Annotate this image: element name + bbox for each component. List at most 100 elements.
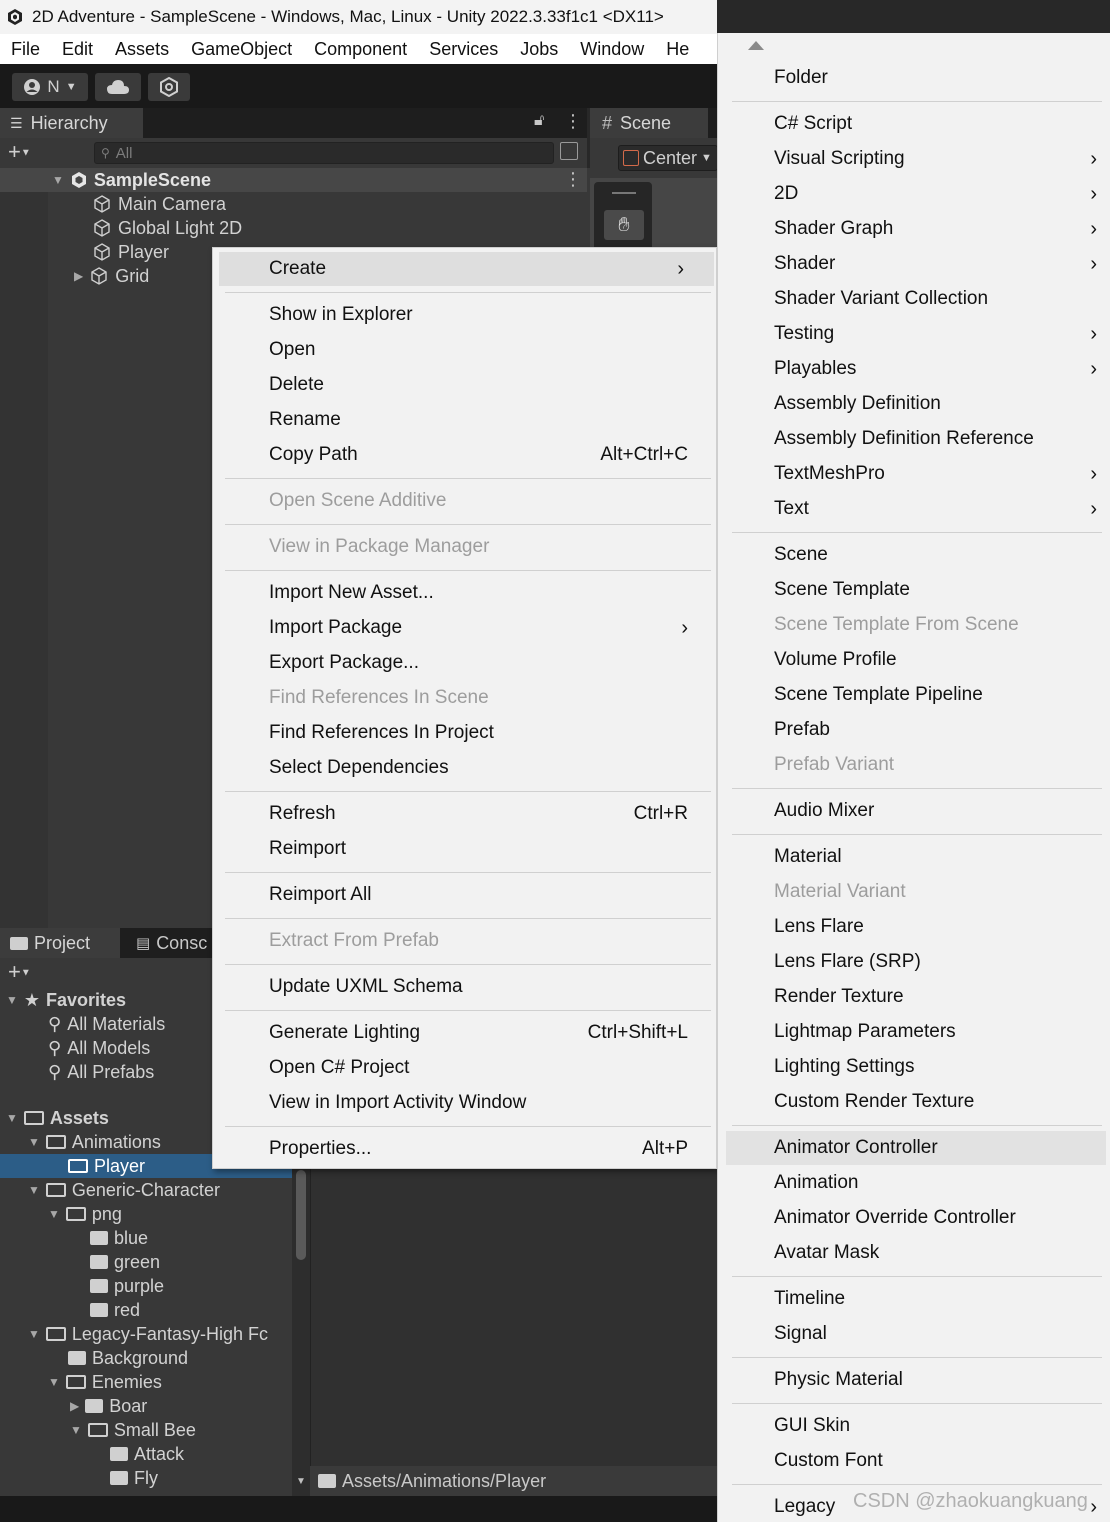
collapsed-triangle-icon[interactable]: ▶	[70, 1399, 79, 1413]
menu-item-find-references-in-project[interactable]: Find References In Project	[213, 716, 718, 750]
cloud-button[interactable]	[95, 73, 141, 101]
menu-item-select-dependencies[interactable]: Select Dependencies	[213, 751, 718, 785]
menu-edit[interactable]: Edit	[51, 39, 104, 60]
submenu-item-lightmap-parameters[interactable]: Lightmap Parameters	[718, 1015, 1110, 1049]
submenu-item-volume-profile[interactable]: Volume Profile	[718, 643, 1110, 677]
folder-item[interactable]: Attack	[110, 1442, 184, 1466]
menu-item-reimport[interactable]: Reimport	[213, 832, 718, 866]
menu-item-reimport-all[interactable]: Reimport All	[213, 878, 718, 912]
submenu-item-shader-graph[interactable]: Shader Graph ›	[718, 212, 1110, 246]
tab-hierarchy[interactable]: ☰ Hierarchy	[0, 108, 143, 138]
folder-item[interactable]: blue	[90, 1226, 148, 1250]
submenu-item-lens-flare-srp[interactable]: Lens Flare (SRP)	[718, 945, 1110, 979]
folder-item[interactable]: Background	[68, 1346, 188, 1370]
project-tree-scrollbar[interactable]: ▼	[292, 1166, 310, 1496]
submenu-item-render-texture[interactable]: Render Texture	[718, 980, 1110, 1014]
scroll-down-icon[interactable]: ▼	[296, 1476, 306, 1487]
favorite-item[interactable]: ⚲ All Materials	[48, 1012, 165, 1036]
hierarchy-search-input[interactable]: ⚲ All	[94, 142, 554, 164]
submenu-item-signal[interactable]: Signal	[718, 1317, 1110, 1351]
expand-triangle-icon[interactable]: ▼	[28, 1183, 40, 1197]
submenu-item-gui-skin[interactable]: GUI Skin	[718, 1409, 1110, 1443]
tab-console[interactable]: ▤ Consc	[124, 928, 212, 958]
submenu-item-scene-template-pipeline[interactable]: Scene Template Pipeline	[718, 678, 1110, 712]
submenu-item-2d[interactable]: 2D ›	[718, 177, 1110, 211]
submenu-item-testing[interactable]: Testing ›	[718, 317, 1110, 351]
menu-assets[interactable]: Assets	[104, 39, 180, 60]
menu-item-delete[interactable]: Delete	[213, 368, 718, 402]
expand-triangle-icon[interactable]: ▼	[6, 1111, 18, 1125]
folder-item[interactable]: purple	[90, 1274, 164, 1298]
hierarchy-item[interactable]: Main Camera	[92, 192, 226, 216]
submenu-item-textmeshpro[interactable]: TextMeshPro ›	[718, 457, 1110, 491]
more-options-icon[interactable]: ⋮	[564, 111, 582, 132]
hierarchy-item[interactable]: Player	[92, 240, 169, 264]
menu-item-properties[interactable]: Properties... Alt+P	[213, 1132, 718, 1166]
submenu-item-visual-scripting[interactable]: Visual Scripting ›	[718, 142, 1110, 176]
submenu-item-physic-material[interactable]: Physic Material	[718, 1363, 1110, 1397]
scene-row[interactable]: ▼ SampleScene ⋮	[0, 168, 587, 192]
menu-item-export-package[interactable]: Export Package...	[213, 646, 718, 680]
menu-item-import-package[interactable]: Import Package ›	[213, 611, 718, 645]
expand-triangle-icon[interactable]: ▼	[28, 1327, 40, 1341]
submenu-item-audio-mixer[interactable]: Audio Mixer	[718, 794, 1110, 828]
expand-triangle-icon[interactable]: ▼	[48, 1375, 60, 1389]
menu-item-rename[interactable]: Rename	[213, 403, 718, 437]
expand-triangle-icon[interactable]: ▼	[70, 1423, 82, 1437]
submenu-item-avatar-mask[interactable]: Avatar Mask	[718, 1236, 1110, 1270]
tab-project[interactable]: Project	[0, 928, 120, 958]
menu-item-create[interactable]: Create ›	[219, 252, 714, 286]
submenu-item-animator-controller[interactable]: Animator Controller	[726, 1131, 1106, 1165]
submenu-item-assembly-definition-reference[interactable]: Assembly Definition Reference	[718, 422, 1110, 456]
scroll-up-arrow-icon[interactable]	[748, 41, 764, 50]
submenu-item-assembly-definition[interactable]: Assembly Definition	[718, 387, 1110, 421]
menu-item-update-uxml-schema[interactable]: Update UXML Schema	[213, 970, 718, 1004]
submenu-item-animator-override-controller[interactable]: Animator Override Controller	[718, 1201, 1110, 1235]
hierarchy-item[interactable]: ▶ Grid	[74, 264, 149, 288]
submenu-item-folder[interactable]: Folder	[718, 61, 1110, 95]
expand-triangle-icon[interactable]: ▼	[52, 173, 64, 187]
menu-services[interactable]: Services	[418, 39, 509, 60]
submenu-item-custom-render-texture[interactable]: Custom Render Texture	[718, 1085, 1110, 1119]
folder-item[interactable]: ▼ png	[48, 1202, 122, 1226]
submenu-item-scene[interactable]: Scene	[718, 538, 1110, 572]
services-button[interactable]	[148, 73, 190, 101]
submenu-item-shader[interactable]: Shader ›	[718, 247, 1110, 281]
menu-gameobject[interactable]: GameObject	[180, 39, 303, 60]
tab-scene[interactable]: # Scene	[590, 108, 708, 138]
submenu-item-csharp-script[interactable]: C# Script	[718, 107, 1110, 141]
favorites-header[interactable]: ▼ ★ Favorites	[6, 988, 126, 1012]
folder-item[interactable]: green	[90, 1250, 160, 1274]
submenu-item-lens-flare[interactable]: Lens Flare	[718, 910, 1110, 944]
submenu-item-timeline[interactable]: Timeline	[718, 1282, 1110, 1316]
menu-item-open[interactable]: Open	[213, 333, 718, 367]
folder-item[interactable]: ▼ Legacy-Fantasy-High Fc	[28, 1322, 268, 1346]
folder-item[interactable]: ▼ Small Bee	[70, 1418, 196, 1442]
expand-triangle-icon[interactable]: ▼	[28, 1135, 40, 1149]
folder-item[interactable]: ▶ Boar	[70, 1394, 147, 1418]
assets-root[interactable]: ▼ Assets	[6, 1106, 109, 1130]
menu-item-open-csharp-project[interactable]: Open C# Project	[213, 1051, 718, 1085]
expand-triangle-icon[interactable]: ▼	[6, 993, 18, 1007]
menu-item-view-import-activity[interactable]: View in Import Activity Window	[213, 1086, 718, 1120]
submenu-item-text[interactable]: Text ›	[718, 492, 1110, 526]
menu-item-generate-lighting[interactable]: Generate Lighting Ctrl+Shift+L	[213, 1016, 718, 1050]
menu-jobs[interactable]: Jobs	[509, 39, 569, 60]
add-object-button[interactable]: +▼	[8, 139, 31, 165]
submenu-item-lighting-settings[interactable]: Lighting Settings	[718, 1050, 1110, 1084]
folder-item[interactable]: Fly	[110, 1466, 158, 1490]
expand-triangle-icon[interactable]: ▼	[48, 1207, 60, 1221]
collapsed-triangle-icon[interactable]: ▶	[74, 269, 83, 283]
folder-item[interactable]: red	[90, 1298, 140, 1322]
scene-visibility-icon[interactable]	[560, 142, 578, 160]
account-button[interactable]: N ▼	[12, 73, 88, 101]
lock-icon[interactable]: 🔓︎	[534, 112, 544, 130]
menu-component[interactable]: Component	[303, 39, 418, 60]
submenu-item-scene-template[interactable]: Scene Template	[718, 573, 1110, 607]
submenu-item-material[interactable]: Material	[718, 840, 1110, 874]
folder-item[interactable]: ▼ Animations	[28, 1130, 161, 1154]
submenu-item-playables[interactable]: Playables ›	[718, 352, 1110, 386]
submenu-item-prefab[interactable]: Prefab	[718, 713, 1110, 747]
submenu-item-custom-font[interactable]: Custom Font	[718, 1444, 1110, 1478]
menu-item-refresh[interactable]: Refresh Ctrl+R	[213, 797, 718, 831]
